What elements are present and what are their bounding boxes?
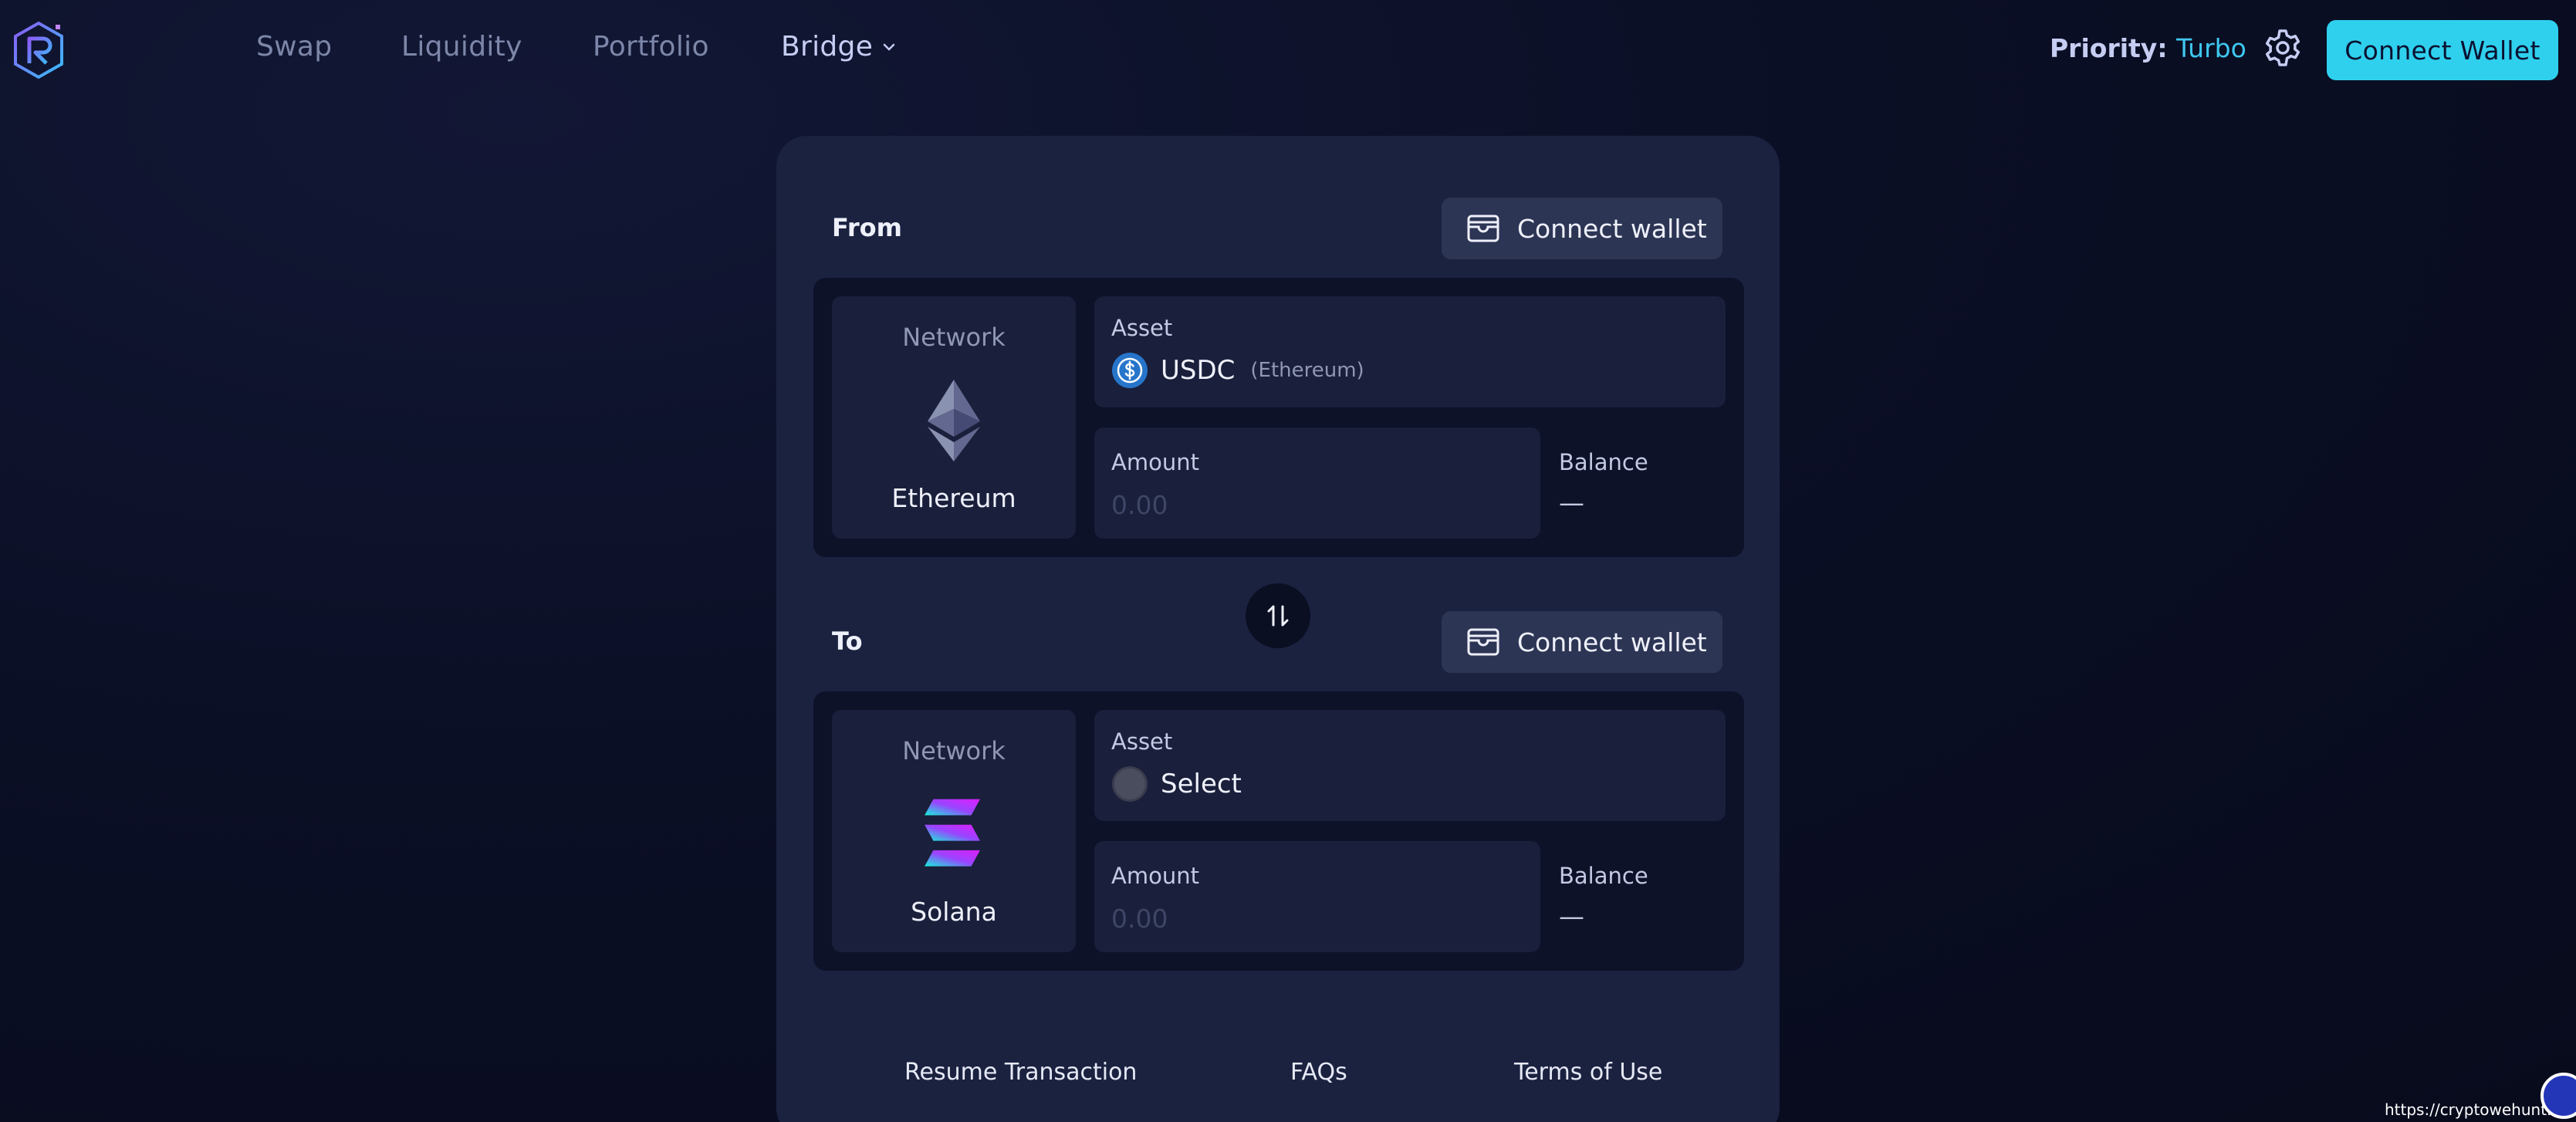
from-asset-label: Asset [1111,315,1173,341]
from-connect-wallet-label: Connect wallet [1517,213,1707,244]
nav-liquidity[interactable]: Liquidity [401,31,522,63]
from-balance-value: — [1559,488,1584,518]
to-balance-label: Balance [1559,863,1648,889]
from-asset-name: USDC [1161,355,1236,386]
swap-arrows-icon [1267,605,1289,627]
to-amount-input[interactable] [1111,901,1520,935]
priority-selector[interactable]: Priority: Turbo [2050,33,2246,63]
nav-swap[interactable]: Swap [256,31,332,63]
from-asset-selector[interactable]: Asset USDC (Ethereum) [1094,296,1726,407]
from-network-name: Ethereum [891,483,1016,513]
from-amount-input[interactable] [1111,488,1520,522]
from-network-label: Network [902,323,1006,352]
priority-label: Priority: [2050,33,2168,63]
from-balance-label: Balance [1559,449,1648,475]
to-connect-wallet-label: Connect wallet [1517,627,1707,657]
terms-of-use-link[interactable]: Terms of Use [1514,1059,1662,1086]
from-asset-row: USDC (Ethereum) [1111,352,1364,389]
to-label: To [832,627,863,656]
nav-portfolio[interactable]: Portfolio [593,31,709,63]
to-amount-label: Amount [1111,863,1199,889]
from-asset-chain: (Ethereum) [1250,359,1364,382]
placeholder-token-icon [1112,766,1148,802]
to-asset-label: Asset [1111,728,1173,755]
chevron-down-icon [883,43,895,51]
bridge-card: From Connect wallet Network Ethereum Ass… [776,136,1780,1122]
faqs-link[interactable]: FAQs [1290,1059,1347,1086]
nav-bridge-label: Bridge [781,31,874,63]
to-network-name: Solana [911,897,997,927]
raydium-logo-icon[interactable] [11,20,66,80]
gear-icon[interactable] [2263,28,2303,68]
from-label: From [832,213,902,242]
ethereum-icon [928,380,980,461]
to-asset-row: Select [1111,765,1242,803]
connect-wallet-button[interactable]: Connect Wallet [2327,20,2558,80]
to-network-selector[interactable]: Network Solana [832,710,1076,952]
from-amount-label: Amount [1111,449,1199,475]
wallet-icon [1467,628,1499,656]
top-header: Swap Liquidity Portfolio Bridge Priority… [0,0,2576,99]
wallet-icon [1467,215,1499,242]
nav-bridge[interactable]: Bridge [781,31,898,63]
usdc-icon [1112,353,1148,388]
to-amount-field[interactable]: Amount [1094,841,1540,952]
resume-transaction-link[interactable]: Resume Transaction [904,1059,1137,1086]
solana-icon [925,799,980,867]
to-network-label: Network [902,736,1006,765]
from-connect-wallet-button[interactable]: Connect wallet [1442,198,1722,259]
to-asset-name: Select [1161,769,1242,799]
to-panel: Network Solana Asset Select Amount 0.00 … [813,691,1744,971]
swap-direction-button[interactable] [1246,583,1310,648]
from-amount-field[interactable]: Amount [1094,428,1540,539]
to-asset-selector[interactable]: Asset Select [1094,710,1726,821]
priority-value: Turbo [2176,33,2246,63]
to-connect-wallet-button[interactable]: Connect wallet [1442,611,1722,673]
to-balance-value: — [1559,901,1584,931]
from-panel: Network Ethereum Asset USDC (Ethereum) A… [813,278,1744,557]
from-network-selector[interactable]: Network Ethereum [832,296,1076,539]
